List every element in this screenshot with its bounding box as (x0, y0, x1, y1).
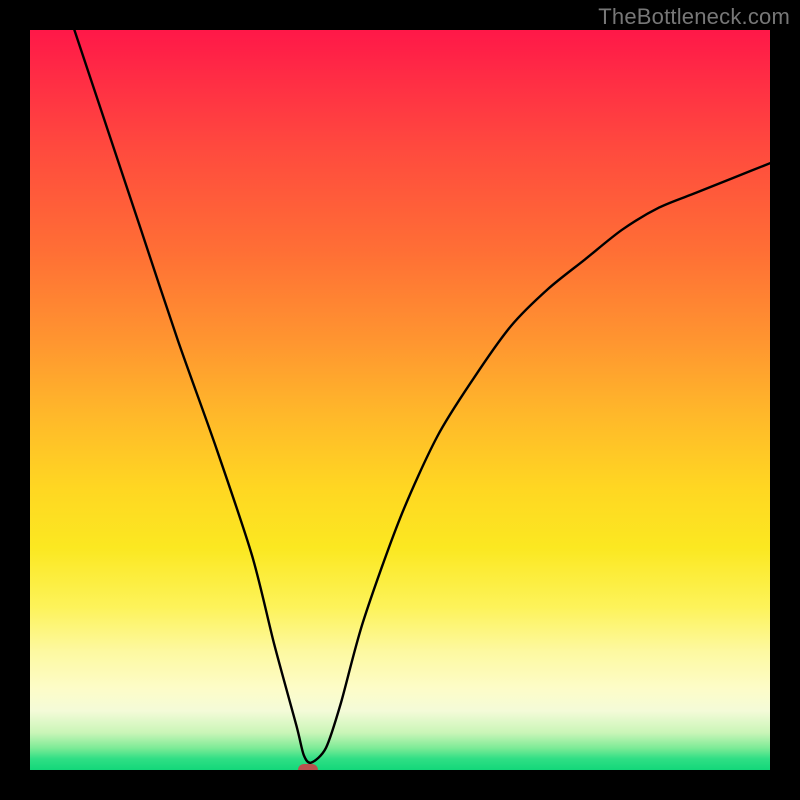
chart-frame: TheBottleneck.com (0, 0, 800, 800)
curve-path (74, 30, 770, 763)
plot-area (30, 30, 770, 770)
notch-marker (298, 764, 318, 770)
watermark-text: TheBottleneck.com (598, 4, 790, 30)
bottleneck-curve (30, 30, 770, 770)
